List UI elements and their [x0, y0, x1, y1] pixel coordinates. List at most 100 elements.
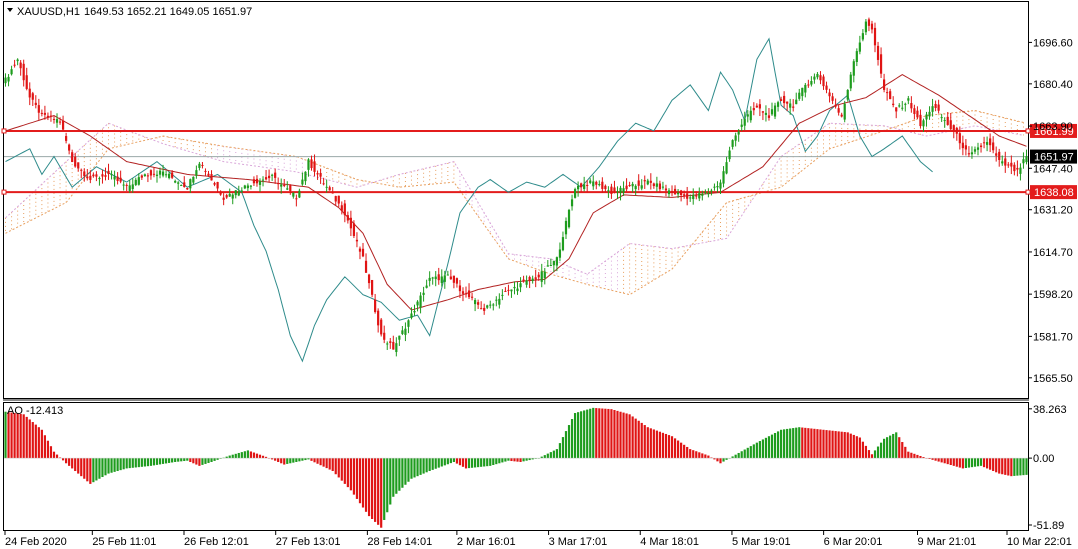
candle-body	[631, 183, 634, 187]
time-tick-label: 2 Mar 16:01	[457, 536, 516, 548]
ao-bar	[10, 412, 13, 459]
ao-bar	[52, 451, 56, 459]
ao-bar	[610, 409, 613, 459]
candle-body	[374, 299, 377, 313]
candle-body	[779, 99, 783, 101]
ao-bar	[77, 458, 80, 474]
ao-bar	[355, 458, 359, 499]
ao-bar	[198, 458, 201, 466]
time-tick-label: 26 Feb 12:01	[184, 536, 249, 548]
ao-bar	[886, 437, 889, 459]
candle-body	[180, 185, 183, 187]
candle-body	[898, 105, 901, 107]
candle-body	[801, 87, 804, 97]
ao-bar	[25, 416, 28, 459]
level-handle-left[interactable]	[1, 128, 7, 134]
candle-body	[216, 182, 219, 189]
candle-body	[549, 264, 552, 266]
candle-body	[619, 187, 622, 193]
candle-body	[255, 178, 259, 184]
candle-body	[437, 274, 440, 281]
candle-body	[1013, 164, 1016, 172]
candle-body	[283, 184, 286, 186]
candle-body	[673, 188, 677, 195]
candle-body	[65, 136, 68, 141]
candle-body	[961, 142, 964, 149]
ao-bar	[489, 458, 492, 466]
symbol-label[interactable]: XAUUSD,H1	[17, 6, 80, 18]
candle-body	[695, 195, 698, 197]
candle-body	[564, 220, 568, 235]
candle-body	[258, 181, 262, 185]
ao-bar	[837, 431, 840, 459]
time-tick-label: 4 Mar 18:01	[640, 536, 699, 548]
candle-body	[498, 298, 501, 305]
candle-body	[195, 170, 198, 176]
ao-bar	[304, 458, 307, 461]
candle-body	[922, 120, 925, 127]
ao-bar	[346, 458, 349, 488]
ao-bar	[1004, 458, 1007, 475]
ao-bar	[358, 458, 362, 504]
candle-body	[737, 131, 740, 135]
ao-bar	[367, 458, 371, 517]
candle-body	[119, 177, 122, 182]
candle-body	[225, 195, 228, 198]
time-tick-label: 6 Mar 20:01	[824, 536, 883, 548]
ao-bar	[910, 452, 913, 459]
price-pane-frame	[3, 1, 1029, 399]
ao-bar	[443, 458, 446, 466]
ao-bar	[719, 458, 722, 464]
candle-body	[649, 180, 652, 183]
candle-body	[19, 62, 22, 69]
ao-bar	[861, 441, 864, 459]
candle-body	[301, 179, 304, 185]
candle-body	[870, 23, 874, 30]
level-handle-right[interactable]	[1025, 128, 1031, 134]
ao-bar	[852, 434, 855, 459]
candle-body	[886, 92, 889, 94]
candle-body	[1004, 158, 1007, 166]
candle-body	[316, 173, 319, 175]
level-price-label: 1638.08	[1034, 187, 1074, 199]
level-handle-left[interactable]	[1, 189, 7, 195]
candle-body	[477, 302, 480, 305]
ao-bar	[586, 409, 589, 459]
ao-bar	[498, 458, 501, 464]
ao-bar	[789, 428, 792, 459]
ao-bar	[1022, 458, 1025, 476]
ao-bar	[164, 458, 168, 464]
candle-body	[882, 79, 886, 90]
ao-bar	[143, 458, 146, 467]
candle-body	[919, 114, 922, 127]
ao-bar	[828, 430, 831, 459]
trading-chart[interactable]: 1661.991638.081651.97 1696.601680.401663…	[0, 0, 1078, 549]
ao-bar	[89, 458, 92, 484]
ao-bar	[804, 427, 807, 459]
candle-body	[504, 290, 507, 292]
ao-bar	[607, 408, 610, 459]
candle-body	[855, 51, 858, 63]
ao-bar	[1016, 458, 1019, 476]
level-handle-right[interactable]	[1025, 189, 1031, 195]
ao-bar	[171, 458, 174, 463]
candle-body	[686, 193, 689, 199]
ao-bar	[867, 450, 871, 459]
ao-bar	[419, 458, 422, 475]
candle-body	[522, 279, 525, 282]
ao-bar	[349, 458, 352, 491]
time-tick-label: 3 Mar 17:01	[549, 536, 608, 548]
ao-bar	[979, 458, 983, 466]
candle-body	[240, 190, 243, 192]
ao-bar	[834, 431, 837, 459]
candle-body	[680, 190, 683, 195]
ao-bar	[495, 458, 498, 465]
ao-bar	[967, 458, 971, 468]
candle-body	[343, 203, 346, 216]
ao-bar	[522, 458, 525, 462]
price-axis[interactable]: 1696.60 1680.40 1663.90 1647.40 1631.20 1614.…	[1028, 37, 1073, 532]
candle-body	[295, 198, 298, 200]
candle-body	[601, 181, 604, 189]
ao-bar	[486, 458, 489, 467]
time-axis[interactable]: 24 Feb 2020 25 Feb 11:01 26 Feb 12:01 27 Fe…	[4, 531, 1072, 548]
